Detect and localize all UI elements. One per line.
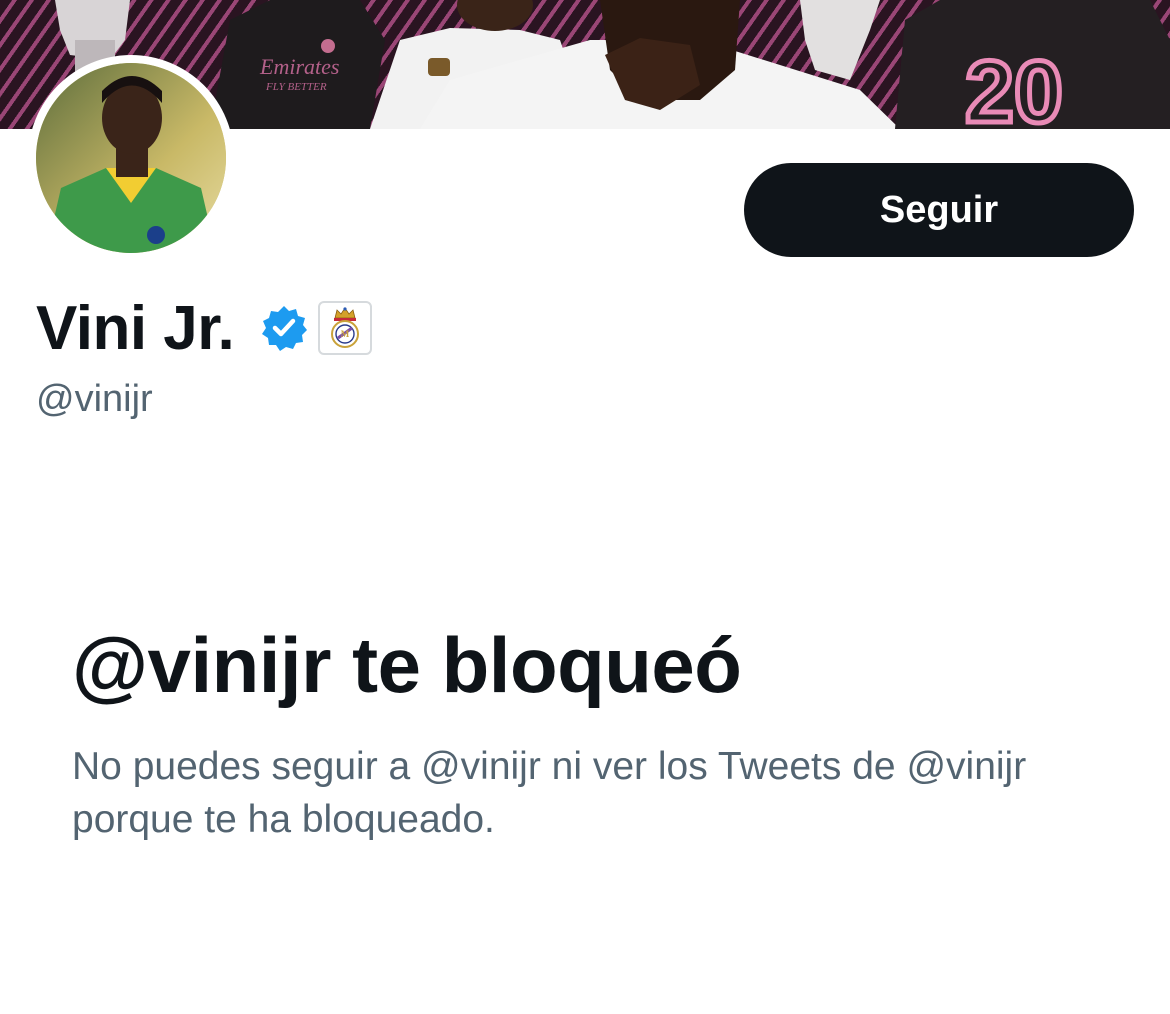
display-name: Vini Jr. <box>36 293 235 363</box>
blocked-description: No puedes seguir a @vinijr ni ver los Tw… <box>72 745 1027 841</box>
profile-name-row: Vini Jr. M <box>36 288 373 368</box>
profile-page: Emirates FLY BETTER 20 Seguir Vini Jr. M… <box>0 0 1170 1014</box>
banner-jersey-text: Emirates <box>259 54 339 79</box>
svg-text:M: M <box>341 329 350 339</box>
profile-handle: @vinijr <box>36 378 153 420</box>
banner-crest-icon <box>321 39 335 53</box>
avatar-image <box>36 63 226 253</box>
blocked-title: @vinijr te bloqueó <box>72 621 742 709</box>
real-madrid-crest-icon[interactable]: M <box>318 301 373 355</box>
avatar[interactable] <box>36 63 226 253</box>
follow-button[interactable]: Seguir <box>744 163 1134 257</box>
banner-jersey-subtext: FLY BETTER <box>265 81 327 93</box>
verified-check-icon[interactable] <box>260 304 308 352</box>
banner-jersey-number: 20 <box>965 42 1063 129</box>
